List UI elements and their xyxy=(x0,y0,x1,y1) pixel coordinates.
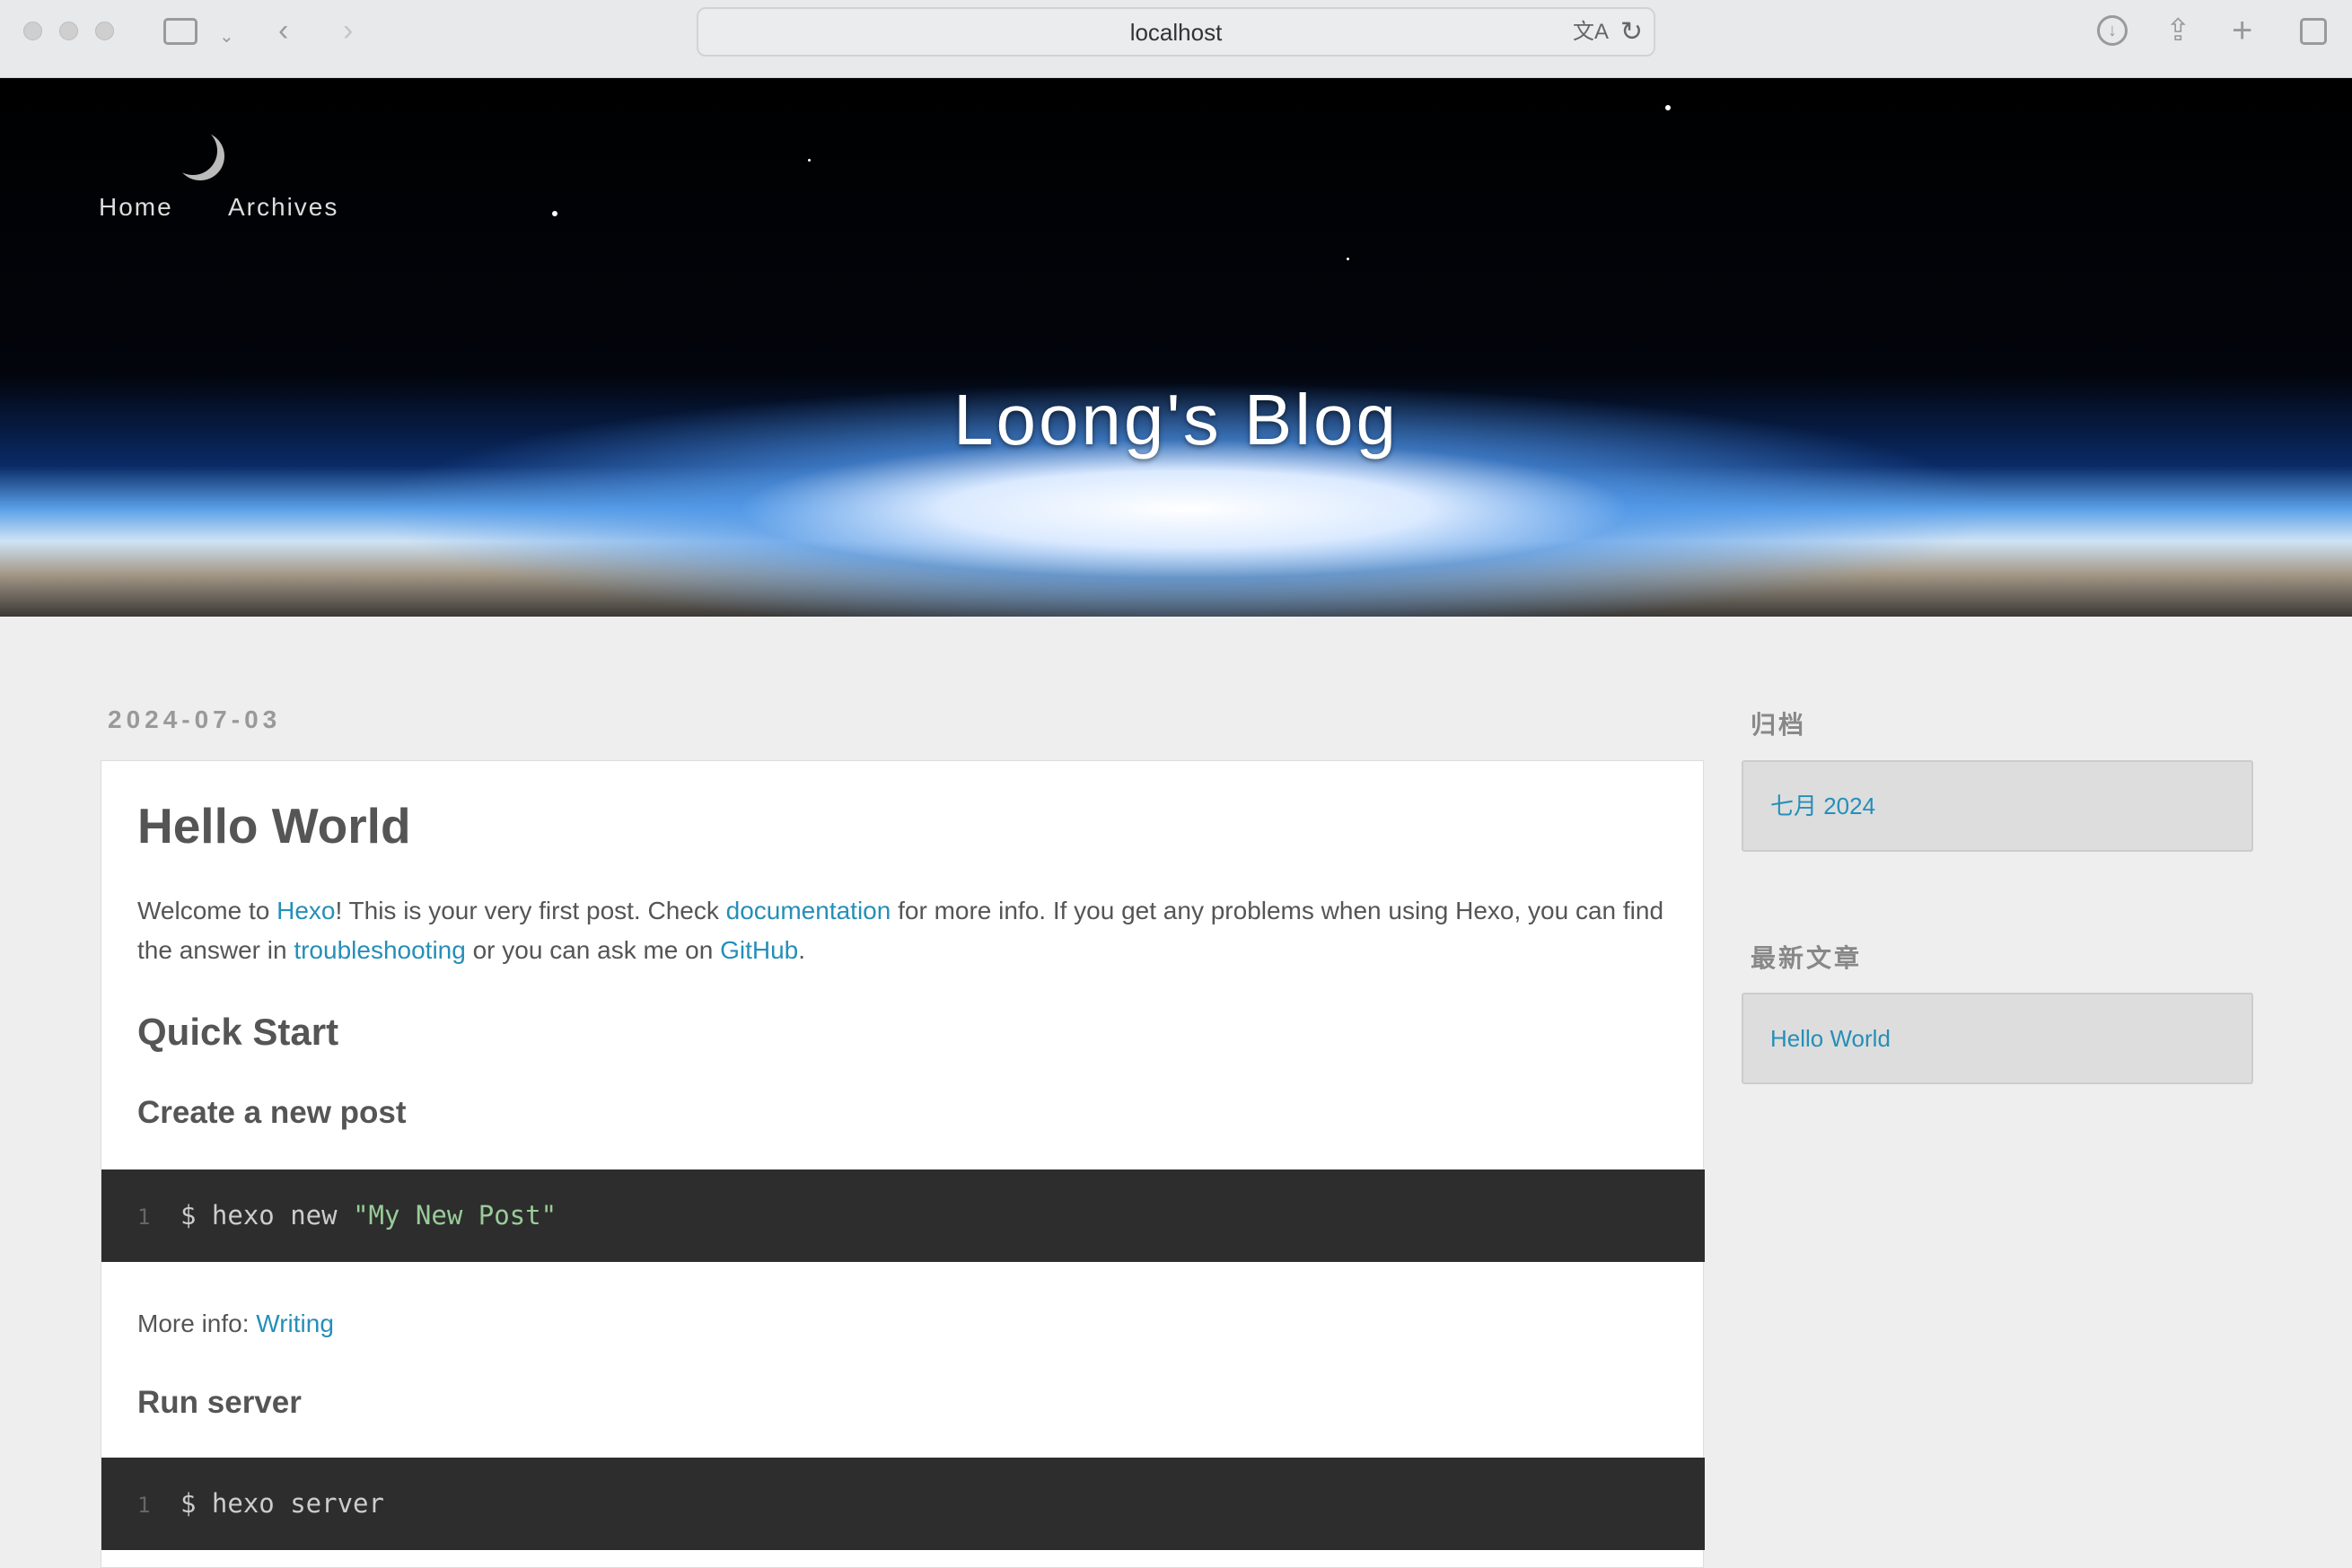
url-bar[interactable]: localhost 文A ↻ xyxy=(697,7,1655,57)
code-command: $ hexo new xyxy=(180,1200,354,1231)
reload-icon[interactable]: ↻ xyxy=(1620,9,1643,56)
translate-icon[interactable]: 文A xyxy=(1573,9,1609,56)
chevron-down-icon[interactable]: ⌄ xyxy=(219,22,234,52)
text: Welcome to xyxy=(137,897,277,924)
hexo-link[interactable]: Hexo xyxy=(276,897,335,924)
text: More info: xyxy=(137,1310,257,1337)
star-decoration xyxy=(1665,105,1671,110)
banner: Home Archives Loong's Blog xyxy=(0,78,2352,617)
troubleshooting-link[interactable]: troubleshooting xyxy=(294,936,465,964)
post-title[interactable]: Hello World xyxy=(137,797,411,854)
post-card: Hello World Welcome to Hexo! This is you… xyxy=(101,760,1705,1568)
maximize-window-button[interactable] xyxy=(95,22,114,40)
archives-heading: 归档 xyxy=(1751,711,1807,739)
recent-posts-widget: Hello World xyxy=(1742,993,2253,1084)
recent-post-hello-world[interactable]: Hello World xyxy=(1770,1025,1891,1052)
nav-archives[interactable]: Archives xyxy=(228,193,338,222)
sidebar-toggle-icon[interactable] xyxy=(163,18,197,45)
new-tab-icon[interactable]: + xyxy=(2232,13,2252,48)
create-post-heading: Create a new post xyxy=(137,1095,407,1130)
browser-toolbar: ⌄ ‹ › localhost 文A ↻ ↓ ⇪ + xyxy=(0,0,2352,78)
text: . xyxy=(798,936,806,964)
star-decoration xyxy=(1347,258,1349,260)
download-icon[interactable]: ↓ xyxy=(2097,15,2128,46)
minimize-window-button[interactable] xyxy=(59,22,78,40)
moon-decoration xyxy=(176,132,224,180)
tab-overview-icon[interactable] xyxy=(2300,18,2327,45)
back-icon[interactable]: ‹ xyxy=(278,15,288,46)
nav-home[interactable]: Home xyxy=(99,193,173,222)
post-date[interactable]: 2024-07-03 xyxy=(108,705,281,734)
share-icon[interactable]: ⇪ xyxy=(2165,15,2191,46)
code-command: $ hexo server xyxy=(180,1488,384,1519)
blog-title[interactable]: Loong's Blog xyxy=(0,379,2352,461)
close-window-button[interactable] xyxy=(23,22,42,40)
code-block: 1 $ hexo server xyxy=(101,1458,1705,1550)
more-info: More info: Writing xyxy=(137,1304,334,1344)
url-text: localhost xyxy=(1129,19,1223,46)
quick-start-heading: Quick Start xyxy=(137,1011,339,1053)
code-string: "My New Post" xyxy=(353,1200,557,1231)
github-link[interactable]: GitHub xyxy=(720,936,798,964)
text: or you can ask me on xyxy=(465,936,721,964)
intro-paragraph: Welcome to Hexo! This is your very first… xyxy=(137,891,1663,970)
code-block: 1 $ hexo new "My New Post" xyxy=(101,1169,1705,1262)
documentation-link[interactable]: documentation xyxy=(726,897,891,924)
archive-link-july-2024[interactable]: 七月 2024 xyxy=(1770,793,1875,819)
text: ! This is your very first post. Check xyxy=(335,897,726,924)
star-decoration xyxy=(552,211,557,216)
star-decoration xyxy=(808,159,811,162)
line-number: 1 xyxy=(137,1204,151,1230)
forward-icon[interactable]: › xyxy=(343,15,353,46)
writing-link[interactable]: Writing xyxy=(256,1310,334,1337)
recent-posts-heading: 最新文章 xyxy=(1751,944,1863,972)
archives-widget: 七月 2024 xyxy=(1742,760,2253,852)
run-server-heading: Run server xyxy=(137,1385,302,1420)
